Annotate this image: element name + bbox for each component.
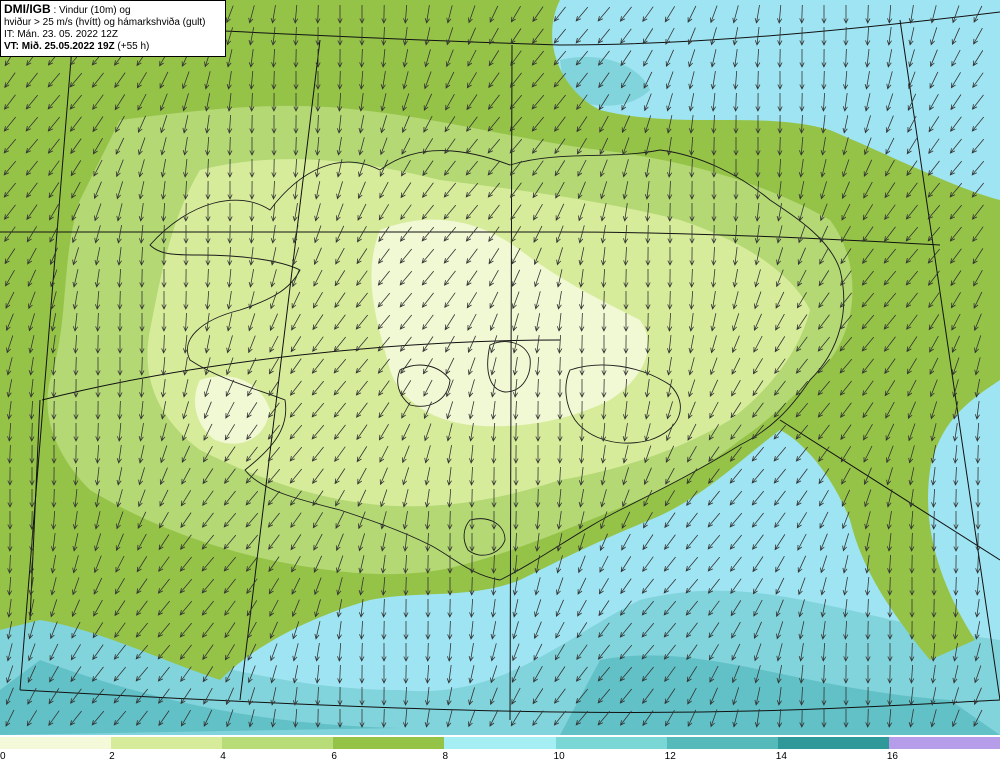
legend-tick-labels: 0 2 4 6 8 10 12 14 16 <box>0 751 1000 763</box>
info-source: DMI/IGB <box>4 2 51 16</box>
legend-tick: 12 <box>664 751 676 762</box>
info-box: DMI/IGB : Vindur (10m) og hviður > 25 m/… <box>0 0 226 57</box>
legend-swatch <box>0 737 112 749</box>
color-legend: 0 2 4 6 8 10 12 14 16 <box>0 735 1000 764</box>
info-description: hviður > 25 m/s (hvítt) og hámarkshviða … <box>4 17 206 28</box>
legend-swatch <box>666 737 778 749</box>
legend-tick: 16 <box>886 751 898 762</box>
info-initial-time: IT: Mán. 23. 05. 2022 12Z <box>4 29 118 40</box>
legend-tick: 4 <box>220 751 226 762</box>
info-valid-time: VT: Mið. 25.05.2022 19Z <box>4 41 115 52</box>
legend-swatch <box>777 737 889 749</box>
legend-swatch <box>222 737 334 749</box>
legend-tick: 8 <box>442 751 448 762</box>
legend-tick: 6 <box>331 751 337 762</box>
legend-swatch <box>333 737 445 749</box>
wind-map <box>0 0 1000 735</box>
legend-swatch <box>888 737 1000 749</box>
legend-color-bar <box>0 737 1000 749</box>
info-title: : Vindur (10m) og <box>50 5 131 16</box>
legend-tick: 0 <box>0 751 6 762</box>
legend-swatch <box>555 737 667 749</box>
legend-tick: 10 <box>553 751 565 762</box>
legend-tick: 2 <box>109 751 115 762</box>
legend-swatch <box>444 737 556 749</box>
legend-tick: 14 <box>775 751 787 762</box>
info-forecast-offset: (+55 h) <box>114 41 150 52</box>
legend-swatch <box>111 737 223 749</box>
